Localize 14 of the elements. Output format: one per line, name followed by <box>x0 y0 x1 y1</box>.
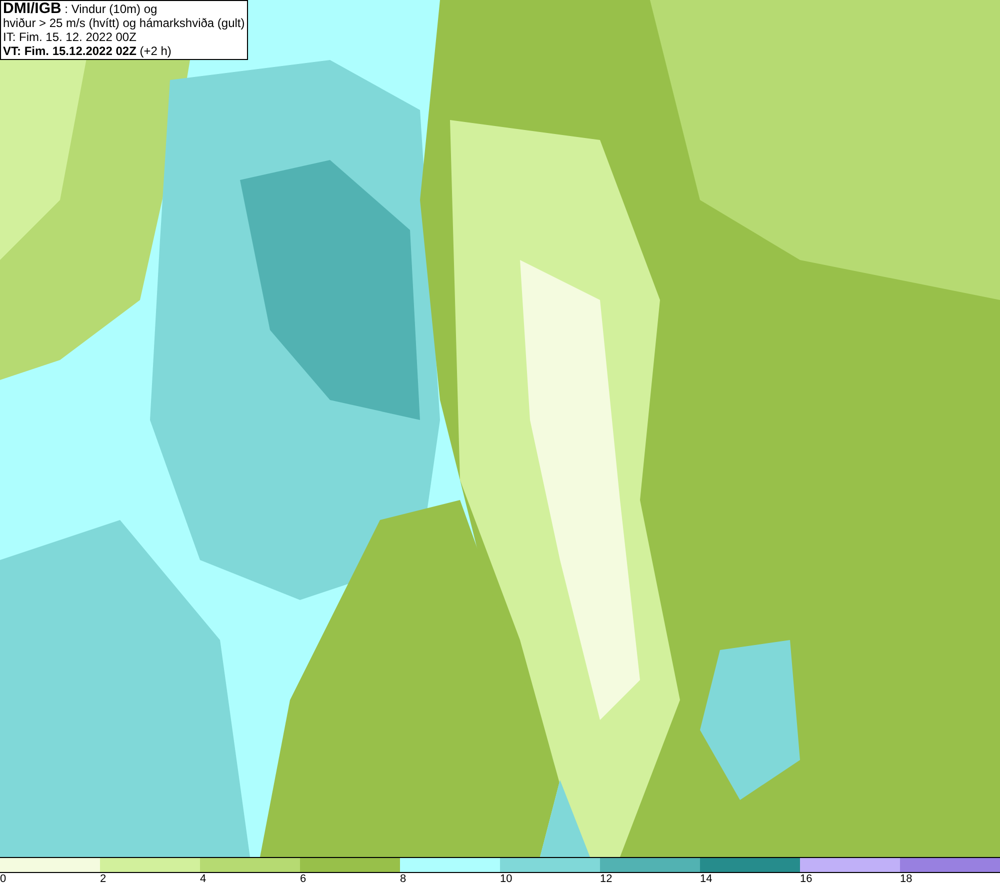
title-text: IT: Fim. 15. 12. 2022 00Z <box>3 30 138 44</box>
title-text: DMI/IGB : Vindur (10m) og <box>3 2 158 16</box>
legend-label: 2 <box>100 873 106 886</box>
legend-label: 6 <box>300 873 306 886</box>
legend-label: 0 <box>0 873 6 886</box>
legend-label: 16 <box>800 873 812 886</box>
legend-label: 14 <box>700 873 712 886</box>
legend-label: 4 <box>200 873 206 886</box>
legend-label: 8 <box>400 873 406 886</box>
title-text: VT: Fim. 15.12.2022 02Z (+2 h) <box>3 44 172 58</box>
legend-label: 12 <box>600 873 612 886</box>
legend-label: 10 <box>500 873 512 886</box>
title-text: hviður > 25 m/s (hvítt) og hámarkshviða (gult) <box>3 16 245 30</box>
legend-label: 18 <box>900 873 912 886</box>
